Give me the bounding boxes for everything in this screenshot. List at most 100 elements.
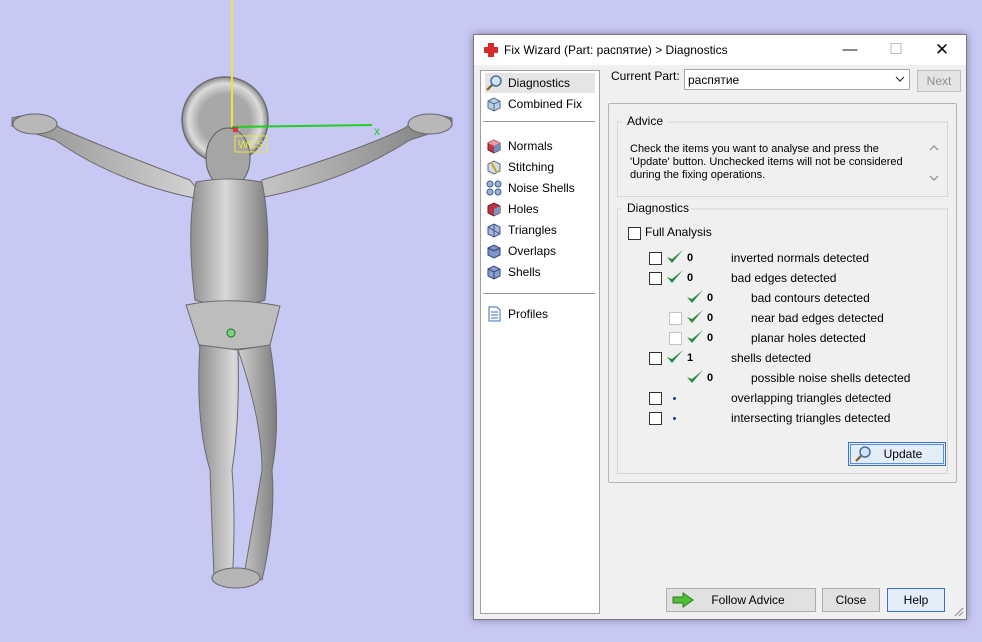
nav-divider (483, 121, 595, 122)
magnifier-icon (486, 75, 502, 91)
wcs-tag: WCS (238, 139, 264, 151)
document-icon (488, 306, 501, 322)
follow-advice-button[interactable]: Follow Advice (666, 588, 816, 612)
pending-dot-icon (673, 417, 676, 420)
green-check-icon (687, 310, 703, 323)
nav-item-shells[interactable]: Shells (485, 262, 595, 282)
next-button[interactable]: Next (917, 70, 961, 92)
inverted-normals-checkbox[interactable] (649, 252, 662, 265)
intersecting-triangles-checkbox[interactable] (649, 412, 662, 425)
diagnostics-title: Diagnostics (626, 201, 691, 215)
holes-cube-icon (487, 202, 501, 217)
nav-label-triangles: Triangles (508, 223, 557, 237)
combined-fix-icon (487, 97, 501, 112)
origin-marker (233, 127, 238, 132)
noise-shells-label: possible noise shells detected (751, 371, 911, 385)
nav-item-noise-shells[interactable]: Noise Shells (485, 178, 595, 198)
nav-divider (483, 293, 595, 294)
green-check-icon (687, 290, 703, 303)
advice-group: Advice Check the items you want to analy… (617, 114, 948, 197)
nav-item-stitching[interactable]: Stitching (485, 157, 595, 177)
diagnostics-group: Diagnostics Full Analysis 0 inverted nor… (617, 201, 948, 474)
inverted-normals-label: inverted normals detected (731, 251, 870, 265)
green-check-icon (667, 270, 683, 283)
current-part-label: Current Part: (611, 69, 680, 83)
nav-label-stitching: Stitching (508, 160, 555, 174)
full-analysis-checkbox[interactable] (628, 227, 641, 240)
green-check-icon (687, 330, 703, 343)
nav-label-profiles: Profiles (508, 307, 549, 321)
nav-item-triangles[interactable]: Triangles (485, 220, 595, 240)
green-check-icon (667, 250, 683, 263)
nav-label-overlaps: Overlaps (508, 244, 557, 258)
green-check-icon (687, 370, 703, 383)
nav-label-holes: Holes (508, 202, 539, 216)
planar-holes-checkbox[interactable] (669, 332, 682, 345)
overlapping-triangles-checkbox[interactable] (649, 392, 662, 405)
update-label: Update (883, 447, 923, 461)
advice-scrollbar[interactable] (927, 141, 941, 185)
nav-item-overlaps[interactable]: Overlaps (485, 241, 595, 261)
nav-label-noise-shells: Noise Shells (508, 181, 575, 195)
pending-dot-icon (673, 397, 676, 400)
minimize-button[interactable]: — (827, 35, 873, 65)
shells-label: shells detected (731, 351, 812, 365)
diagnostics-panel: Advice Check the items you want to analy… (608, 103, 957, 483)
triangles-cube-icon (487, 223, 501, 238)
near-bad-edges-label: near bad edges detected (751, 311, 884, 325)
current-part-value: распятие (688, 73, 740, 87)
planar-holes-label: planar holes detected (751, 331, 866, 345)
nav-label-combined-fix: Combined Fix (508, 97, 583, 111)
noise-shells-count: 0 (707, 372, 714, 384)
left-hand (12, 113, 58, 135)
advice-title: Advice (626, 114, 665, 128)
shells-count: 1 (687, 352, 694, 364)
red-cross-app-icon (484, 43, 498, 57)
help-button[interactable]: Help (887, 588, 945, 612)
nav-item-diagnostics[interactable]: Diagnostics (485, 73, 595, 93)
green-check-icon (667, 350, 683, 363)
shells-cube-icon (487, 265, 501, 280)
title-bar[interactable]: Fix Wizard (Part: распятие) > Diagnostic… (474, 35, 966, 65)
bad-contours-count: 0 (707, 292, 714, 304)
resize-grip-icon[interactable] (954, 607, 964, 617)
noise-shells-icon (486, 180, 502, 196)
nav-label-diagnostics: Diagnostics (508, 76, 571, 90)
right-hand (407, 113, 453, 135)
nav-item-combined-fix[interactable]: Combined Fix (485, 94, 595, 114)
model-loincloth (185, 300, 281, 350)
bad-edges-checkbox[interactable] (649, 272, 662, 285)
update-button[interactable]: Update (848, 442, 946, 466)
x-axis-label: x (374, 124, 380, 138)
model-torso (190, 178, 269, 307)
nav-item-normals[interactable]: Normals (485, 136, 595, 156)
nav-item-profiles[interactable]: Profiles (485, 304, 595, 324)
nav-label-shells: Shells (508, 265, 541, 279)
full-analysis-label: Full Analysis (645, 225, 712, 239)
advice-text: Check the items you want to analyse and … (630, 143, 903, 181)
maximize-button[interactable]: ☐ (873, 35, 919, 65)
close-button[interactable]: Close (822, 588, 880, 612)
intersecting-triangles-label: intersecting triangles detected (731, 411, 891, 425)
advice-group-border (617, 121, 948, 123)
nav-label-normals: Normals (508, 139, 553, 153)
model-legs (198, 344, 278, 586)
current-part-dropdown[interactable]: распятие (684, 69, 910, 90)
shells-checkbox[interactable] (649, 352, 662, 365)
chevron-down-icon (895, 76, 905, 82)
fix-wizard-dialog: Fix Wizard (Part: распятие) > Diagnostic… (473, 34, 967, 620)
bad-edges-label: bad edges detected (731, 271, 837, 285)
wizard-nav-panel: Diagnostics Combined Fix Normals Stitchi… (480, 70, 600, 614)
bad-contours-label: bad contours detected (751, 291, 870, 305)
close-window-button[interactable]: ✕ (919, 35, 965, 65)
near-bad-edges-checkbox[interactable] (669, 312, 682, 325)
stitching-cube-icon (487, 160, 501, 175)
inverted-normals-count: 0 (687, 252, 694, 264)
bad-edges-count: 0 (687, 272, 694, 284)
near-bad-edges-count: 0 (707, 312, 714, 324)
nav-item-holes[interactable]: Holes (485, 199, 595, 219)
window-title: Fix Wizard (Part: распятие) > Diagnostic… (504, 43, 728, 57)
pivot-marker[interactable] (226, 328, 236, 338)
model-feet (211, 567, 261, 589)
normals-cube-icon (487, 139, 501, 154)
